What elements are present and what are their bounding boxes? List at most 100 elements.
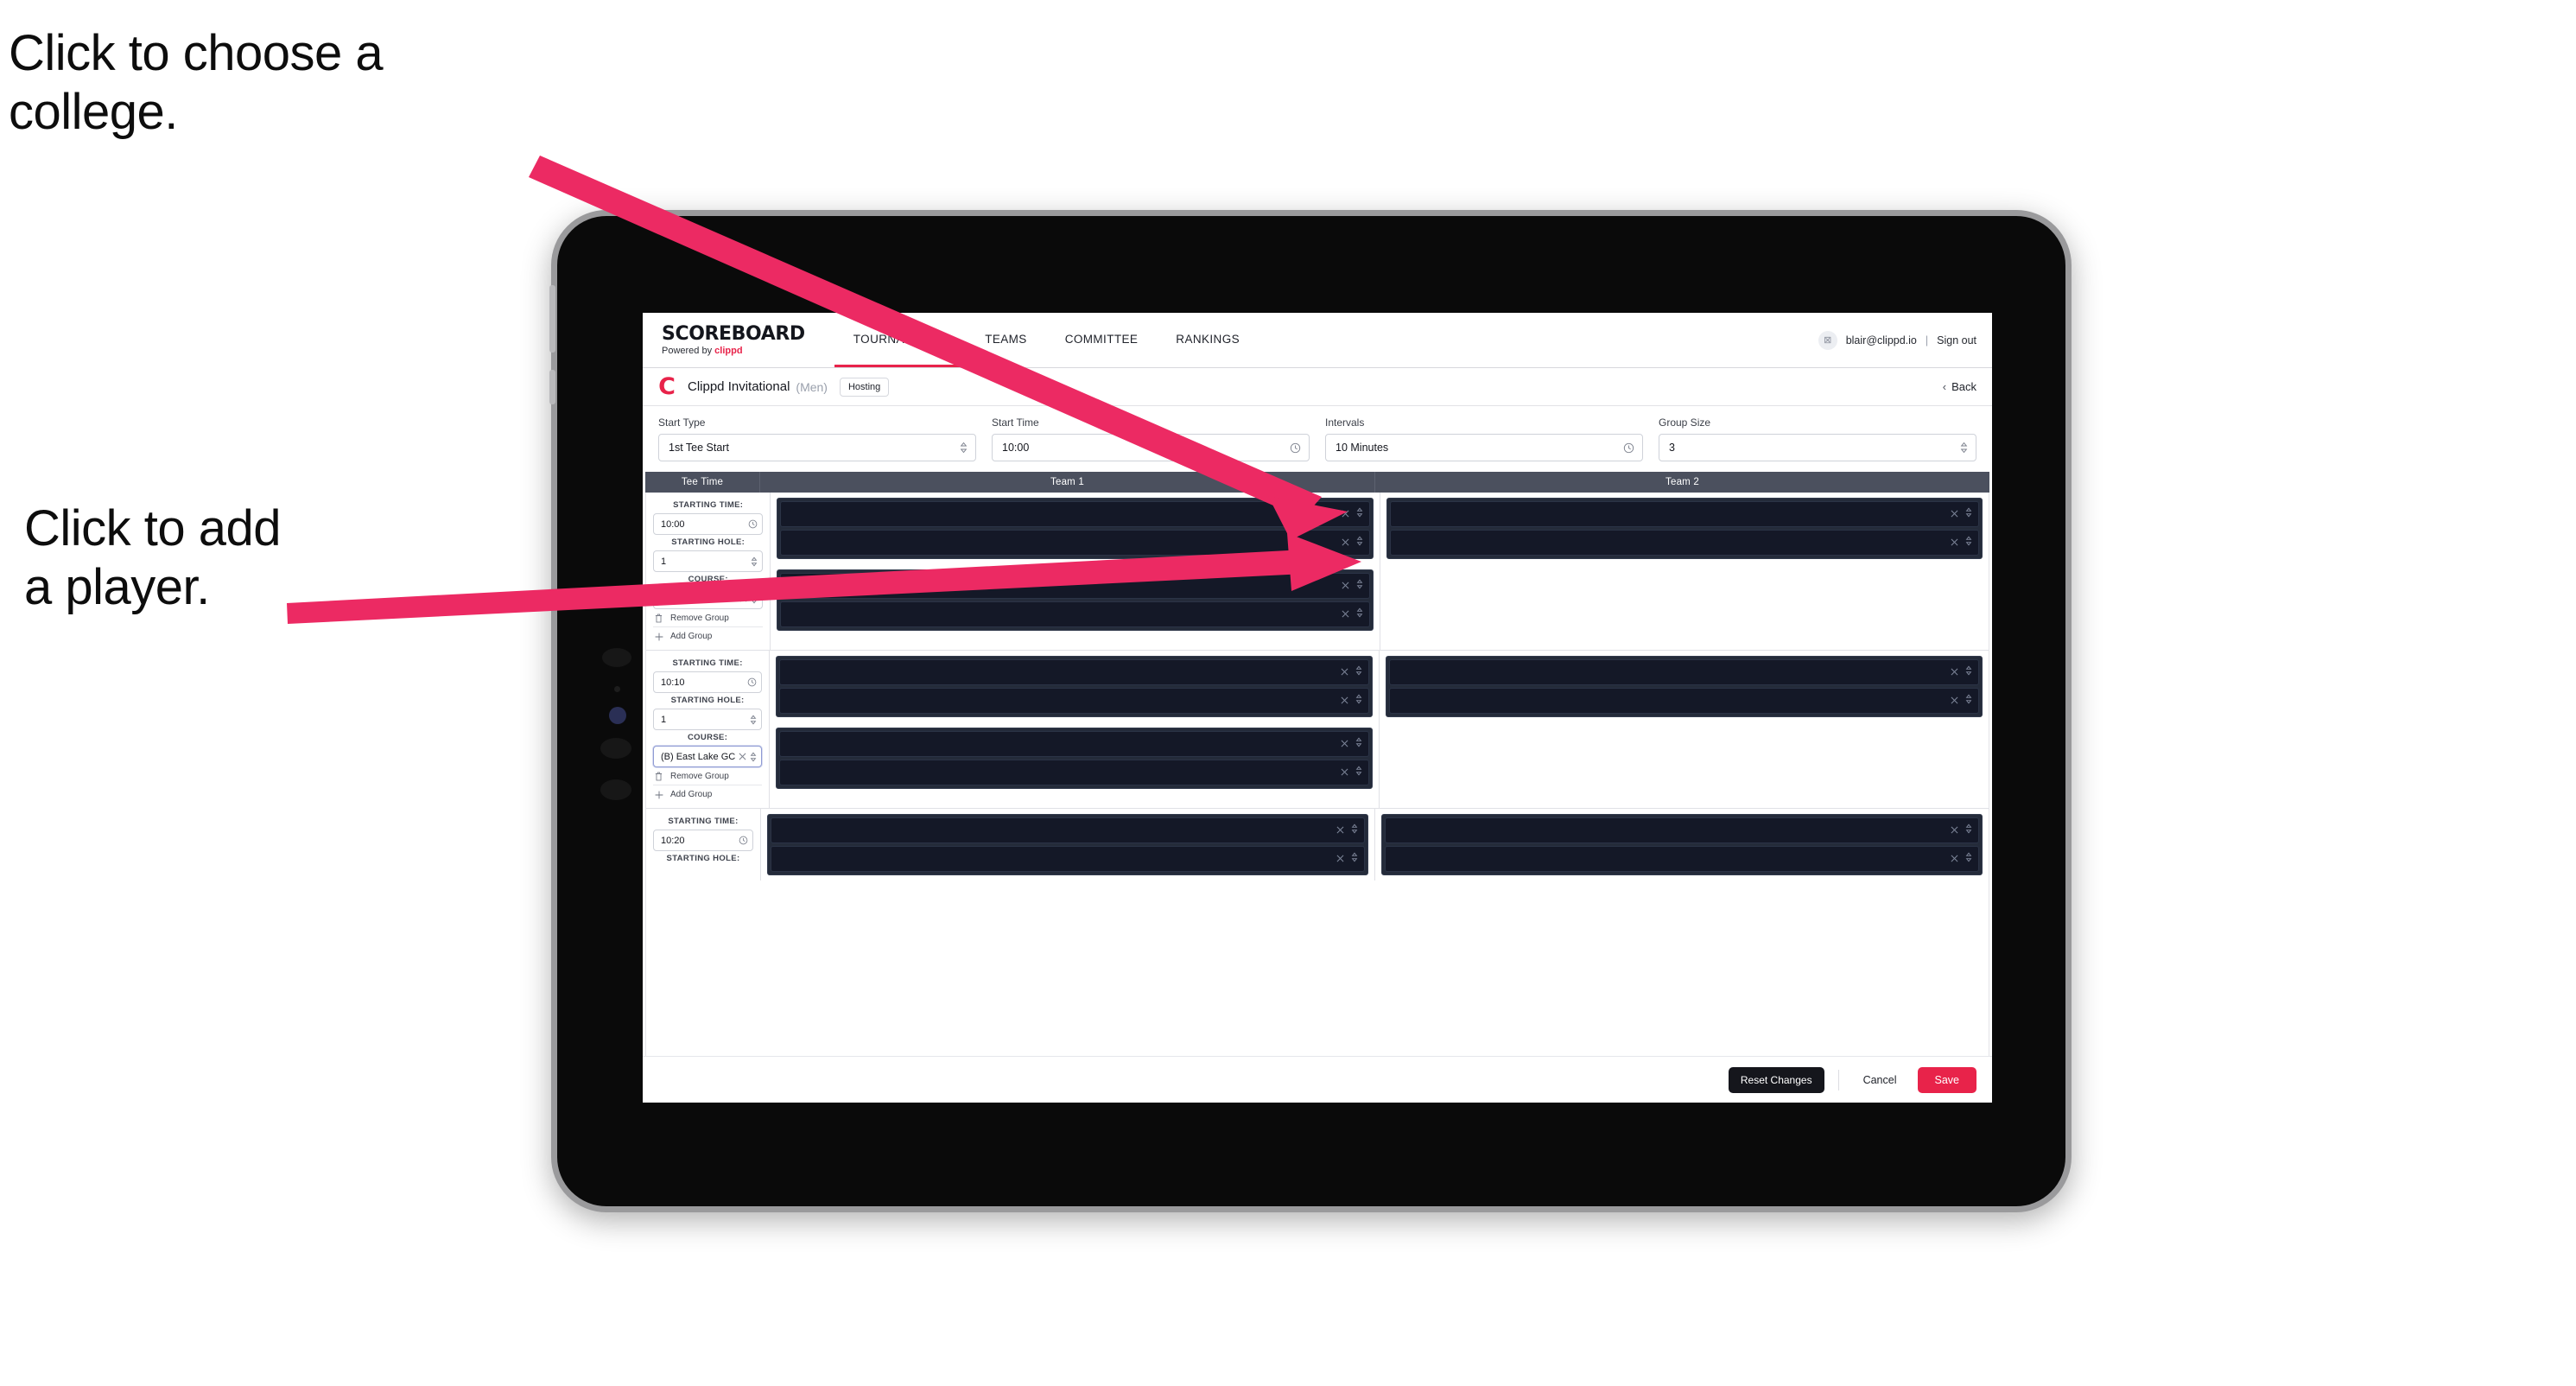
player-slot[interactable] (1385, 817, 1979, 843)
save-button[interactable]: Save (1917, 1066, 1976, 1093)
close-icon[interactable] (1336, 823, 1344, 838)
stepper-icon[interactable] (1356, 506, 1363, 522)
cancel-button[interactable]: Cancel (1853, 1067, 1907, 1093)
sign-out-link[interactable]: Sign out (1937, 334, 1976, 346)
nav-item-committee[interactable]: COMMITTEE (1046, 313, 1158, 367)
player-slot[interactable] (1389, 530, 1980, 556)
table-row: STARTING TIME: 10:10 STARTING HOLE: 1 CO… (646, 651, 1989, 809)
clock-icon[interactable] (748, 519, 758, 529)
close-icon[interactable] (1951, 693, 1958, 709)
close-icon[interactable] (1341, 664, 1348, 680)
stepper-icon[interactable] (1960, 442, 1968, 454)
player-slot[interactable] (779, 760, 1370, 785)
stepper-icon[interactable] (1965, 823, 1972, 838)
stepper-icon[interactable] (1355, 765, 1362, 780)
power-button-icon[interactable] (549, 285, 555, 353)
stepper-icon[interactable] (1355, 736, 1362, 752)
add-group-button[interactable]: Add Group (653, 627, 763, 645)
nav-item-teams[interactable]: TEAMS (966, 313, 1046, 367)
player-slot[interactable] (780, 530, 1370, 556)
close-icon[interactable] (739, 753, 746, 760)
close-icon[interactable] (1951, 535, 1958, 550)
stepper-icon[interactable] (1356, 578, 1363, 594)
close-icon[interactable] (1342, 506, 1349, 522)
close-icon[interactable] (1951, 506, 1958, 522)
starting-time-input[interactable]: 10:10 (653, 671, 763, 693)
sensor-dot-icon (614, 686, 620, 692)
team-1-cell (771, 493, 1380, 650)
stepper-icon[interactable] (960, 442, 968, 454)
back-button[interactable]: ‹ Back (1943, 380, 1976, 393)
close-icon[interactable] (1951, 851, 1958, 867)
player-slot[interactable] (1389, 501, 1980, 527)
remove-group-button[interactable]: Remove Group (653, 767, 763, 785)
starting-time-input[interactable]: 10:20 (653, 830, 753, 851)
nav-item-tournaments[interactable]: TOURNAMENTS (834, 313, 967, 367)
add-group-button[interactable]: Add Group (653, 785, 762, 803)
stepper-icon[interactable] (1965, 851, 1972, 867)
clippd-logo-icon: C (658, 372, 676, 400)
player-row-icons (1951, 823, 1972, 838)
close-icon[interactable] (1336, 851, 1344, 867)
close-icon[interactable] (1341, 736, 1348, 752)
close-icon[interactable] (1342, 607, 1349, 622)
nav-item-rankings[interactable]: RANKINGS (1157, 313, 1259, 367)
player-slot[interactable] (779, 688, 1370, 714)
clock-icon[interactable] (747, 677, 757, 687)
stepper-icon[interactable] (1965, 535, 1972, 550)
add-group-label: Add Group (670, 632, 713, 641)
player-slot[interactable] (779, 659, 1370, 685)
avatar[interactable]: ⊠ (1818, 330, 1837, 350)
stepper-icon[interactable] (1351, 823, 1358, 838)
player-slot[interactable] (780, 601, 1370, 627)
clock-icon[interactable] (1623, 442, 1634, 454)
stepper-icon[interactable] (751, 556, 758, 567)
player-slot[interactable] (1389, 659, 1980, 685)
start-time-input[interactable]: 10:00 (992, 434, 1310, 461)
stepper-icon[interactable] (750, 715, 757, 725)
player-row-icons (1951, 535, 1972, 550)
player-slot[interactable] (771, 846, 1365, 872)
stepper-icon[interactable] (751, 594, 758, 604)
starting-hole-stepper[interactable]: 1 (653, 550, 764, 572)
player-slot[interactable] (1385, 846, 1979, 872)
stepper-icon[interactable] (1355, 664, 1362, 680)
stepper-icon[interactable] (1351, 851, 1358, 867)
course-select[interactable]: (B) East Lake GC (653, 746, 763, 767)
status-badge[interactable]: Hosting (839, 377, 890, 397)
player-slot[interactable] (780, 573, 1370, 599)
player-slot[interactable] (771, 817, 1365, 843)
volume-button-icon[interactable] (549, 370, 555, 404)
starting-hole-stepper[interactable]: 1 (653, 709, 763, 730)
page-title: Clippd Invitational (688, 379, 790, 394)
tee-sheet-table-body[interactable]: STARTING TIME: 10:00 STARTING HOLE: 1 CO… (645, 493, 1989, 1056)
remove-group-button[interactable]: Remove Group (653, 609, 764, 627)
stepper-icon[interactable] (750, 752, 757, 762)
course-select[interactable]: (A) Peachtree GC (653, 588, 764, 609)
starting-time-input[interactable]: 10:00 (653, 513, 764, 535)
player-slot[interactable] (1389, 688, 1980, 714)
close-icon[interactable] (1951, 664, 1958, 680)
close-icon[interactable] (1342, 578, 1349, 594)
stepper-icon[interactable] (1356, 535, 1363, 550)
stepper-icon[interactable] (1965, 506, 1972, 522)
close-icon[interactable] (1341, 765, 1348, 780)
stepper-icon[interactable] (1965, 693, 1972, 709)
stepper-icon[interactable] (1355, 693, 1362, 709)
close-icon[interactable] (1951, 823, 1958, 838)
stepper-icon[interactable] (1356, 607, 1363, 622)
start-type-select[interactable]: 1st Tee Start (658, 434, 976, 461)
stepper-icon[interactable] (1965, 664, 1972, 680)
close-icon[interactable] (739, 594, 747, 602)
player-slot[interactable] (779, 731, 1370, 757)
label-starting-time: STARTING TIME: (673, 500, 744, 510)
close-icon[interactable] (1342, 535, 1349, 550)
clock-icon[interactable] (739, 836, 748, 845)
close-icon[interactable] (1341, 693, 1348, 709)
group-size-stepper[interactable]: 3 (1659, 434, 1976, 461)
player-slot[interactable] (780, 501, 1370, 527)
brand-logo[interactable]: SCOREBOARD Powered by clippd (662, 313, 834, 367)
reset-changes-button[interactable]: Reset Changes (1728, 1066, 1824, 1093)
clock-icon[interactable] (1290, 442, 1301, 454)
intervals-input[interactable]: 10 Minutes (1325, 434, 1643, 461)
